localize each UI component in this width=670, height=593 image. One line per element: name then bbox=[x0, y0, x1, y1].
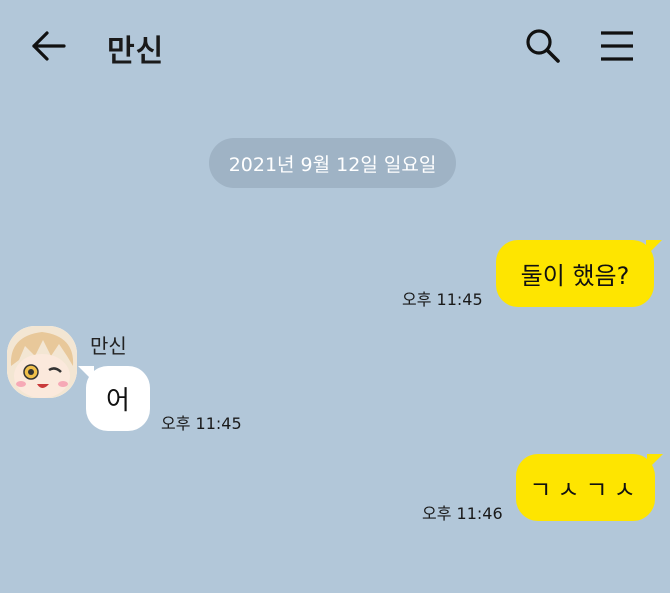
avatar[interactable] bbox=[7, 326, 77, 398]
my-message-bubble[interactable]: 둘이 했음? bbox=[496, 240, 662, 307]
search-icon bbox=[526, 29, 560, 63]
bubble-tail bbox=[78, 366, 94, 382]
message-text: 둘이 했음? bbox=[520, 262, 630, 290]
bubble-tail bbox=[647, 454, 663, 470]
back-button[interactable] bbox=[30, 28, 70, 64]
message-time: 오후 11:45 bbox=[161, 414, 242, 433]
message-text: ㄱㅅㄱㅅ bbox=[529, 476, 642, 504]
arrow-left-icon bbox=[32, 31, 66, 61]
bubble-tail bbox=[646, 240, 662, 256]
date-divider: 2021년 9월 12일 일요일 bbox=[209, 138, 456, 188]
search-button[interactable] bbox=[524, 27, 562, 65]
my-message-bubble[interactable]: ㄱㅅㄱㅅ bbox=[516, 454, 663, 521]
anime-girl-avatar-icon bbox=[7, 326, 77, 398]
message-time: 오후 11:45 bbox=[402, 290, 483, 309]
message-time: 오후 11:46 bbox=[422, 504, 503, 523]
chat-header: 만신 bbox=[0, 0, 670, 92]
hamburger-menu-icon bbox=[601, 31, 633, 61]
menu-button[interactable] bbox=[598, 28, 636, 64]
their-message-bubble[interactable]: 어 bbox=[78, 366, 150, 431]
message-text: 어 bbox=[106, 386, 130, 416]
chat-title: 만신 bbox=[107, 34, 165, 69]
sender-name: 만신 bbox=[90, 334, 127, 358]
